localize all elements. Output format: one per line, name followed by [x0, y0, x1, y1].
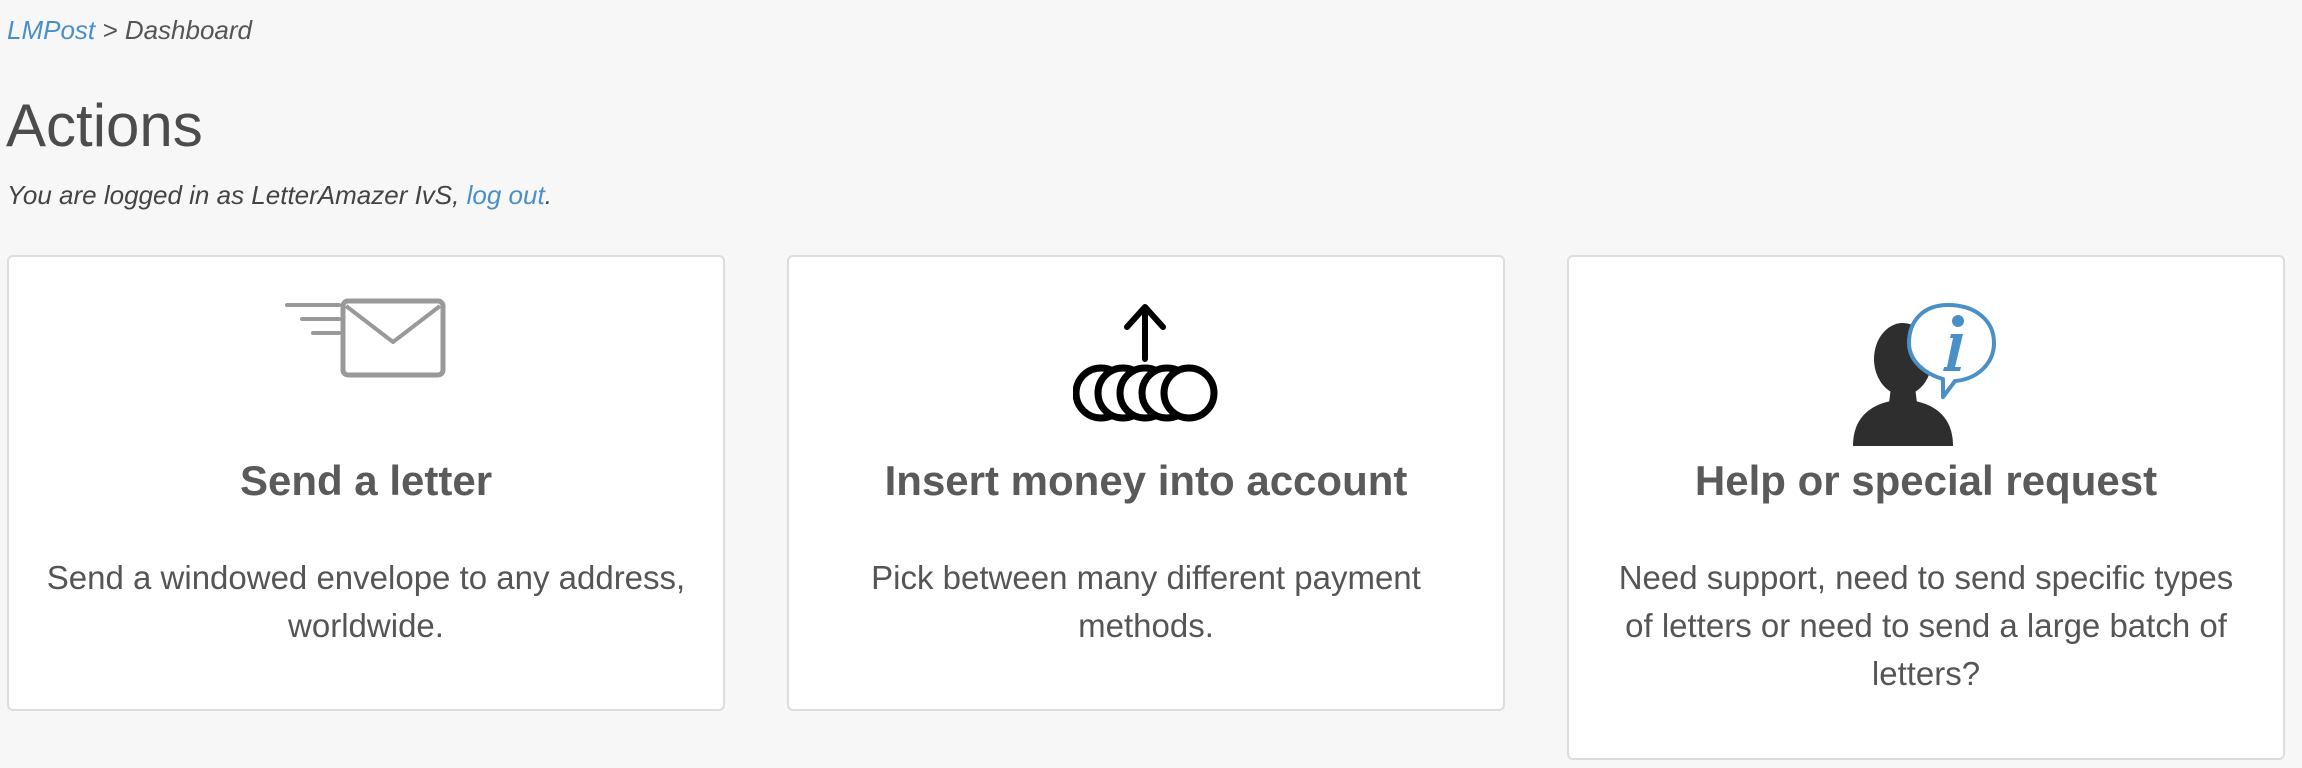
card-description: Send a windowed envelope to any address,… — [46, 559, 686, 644]
send-letter-card[interactable]: Send a letter Send a windowed envelope t… — [7, 255, 725, 711]
login-status-suffix: . — [544, 180, 552, 210]
login-status: You are logged in as LetterAmazer IvS, l… — [7, 177, 552, 213]
breadcrumb-current: Dashboard — [124, 15, 253, 45]
card-title: Help or special request — [1694, 457, 2158, 504]
logout-link[interactable]: log out — [467, 180, 545, 210]
card-description: Need support, need to send specific type… — [1618, 559, 2234, 692]
user-info-icon — [1851, 301, 2001, 456]
card-title: Send a letter — [239, 457, 493, 504]
login-status-text: You are logged in as LetterAmazer IvS, — [7, 180, 467, 210]
breadcrumb-home-link[interactable]: LMPost — [7, 15, 95, 45]
card-description: Pick between many different payment meth… — [871, 559, 1421, 644]
breadcrumb: LMPost > Dashboard — [7, 12, 252, 48]
breadcrumb-separator: > — [102, 15, 118, 45]
coins-insert-icon — [1072, 297, 1219, 432]
card-title: Insert money into account — [884, 457, 1408, 504]
help-request-card[interactable]: Help or special request Need support, ne… — [1567, 255, 2285, 760]
insert-money-card[interactable]: Insert money into account Pick between m… — [787, 255, 1505, 711]
envelope-send-icon — [285, 297, 447, 392]
page-title: Actions — [6, 92, 203, 159]
